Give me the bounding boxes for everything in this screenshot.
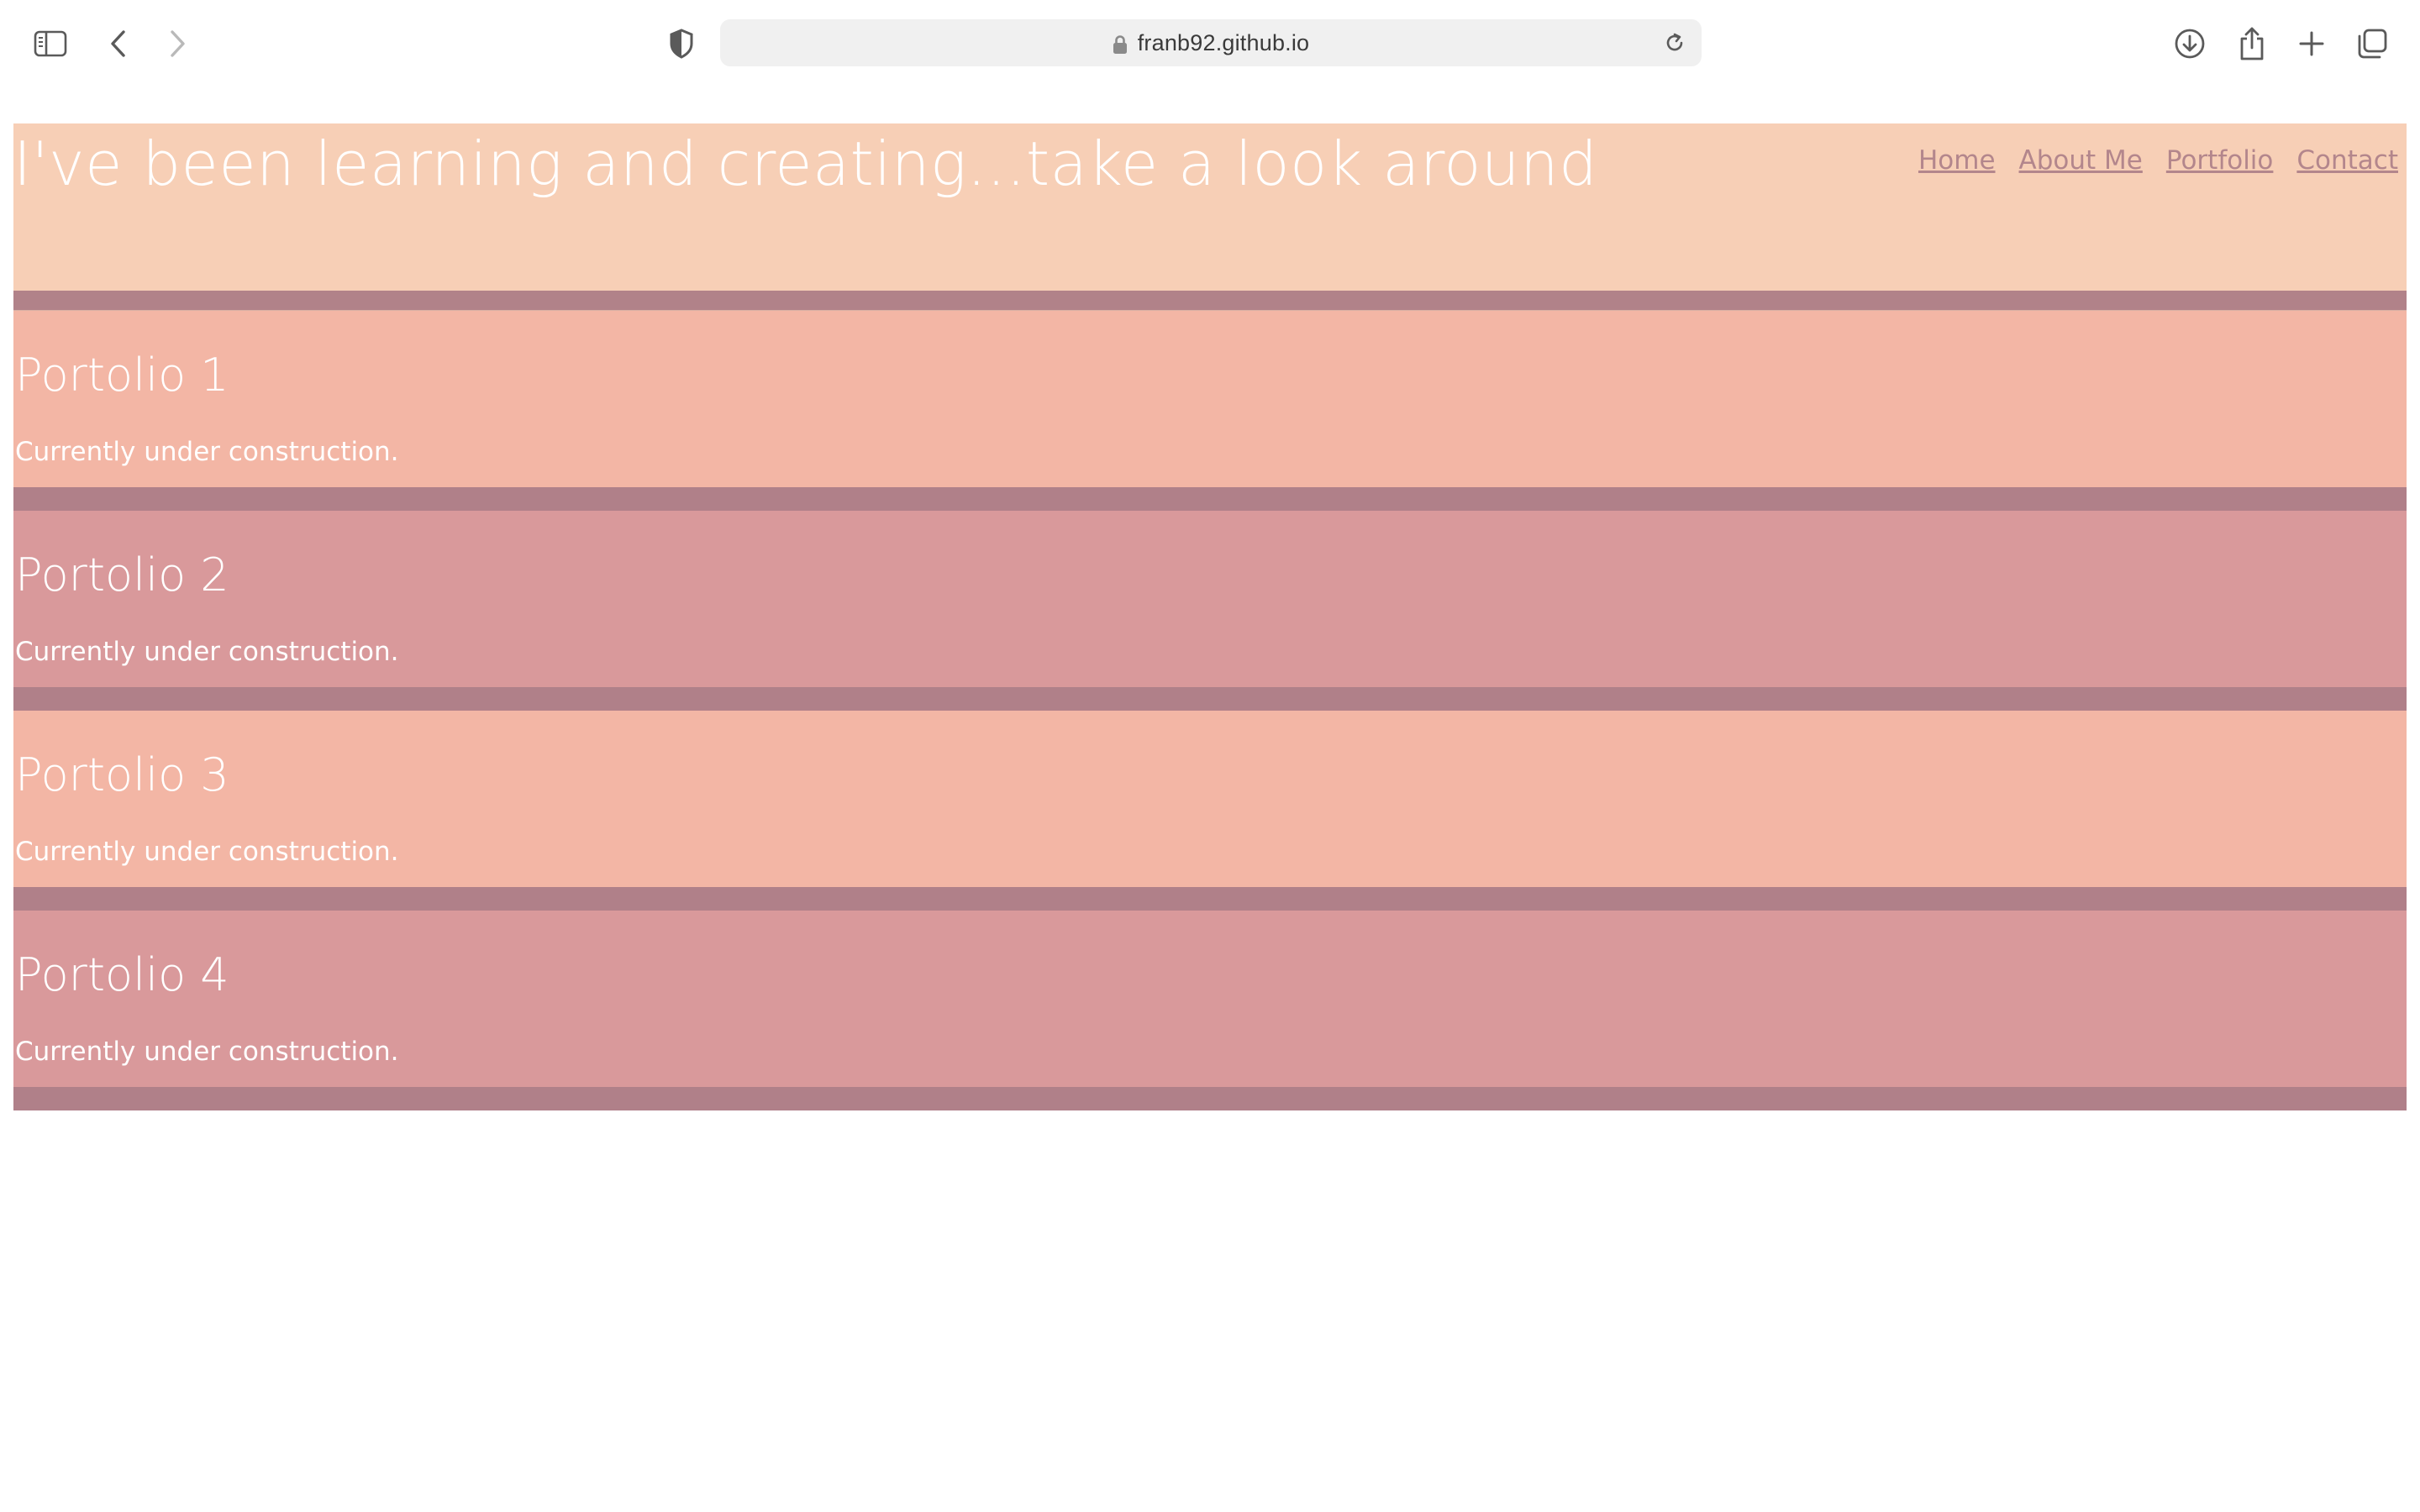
nav-link-about-me[interactable]: About Me	[2019, 145, 2143, 176]
portfolio-section-1: Portolio 1 Currently under construction.	[13, 311, 2407, 511]
portfolio-section-3: Portolio 3 Currently under construction.	[13, 711, 2407, 911]
download-icon[interactable]	[2166, 20, 2213, 67]
site-header: I've been learning and creating...take a…	[13, 123, 2407, 291]
nav-link-contact[interactable]: Contact	[2296, 145, 2398, 176]
browser-toolbar: franb92.github.io	[0, 0, 2420, 86]
portfolio-section-4: Portolio 4 Currently under construction.	[13, 911, 2407, 1110]
section-text: Currently under construction.	[15, 1037, 399, 1067]
lock-icon	[1113, 35, 1127, 54]
page-title: I've been learning and creating...take a…	[13, 129, 1598, 199]
section-text: Currently under construction.	[15, 837, 399, 867]
reload-icon[interactable]	[1663, 31, 1686, 55]
plus-icon[interactable]	[2288, 20, 2335, 67]
section-title: Portolio 1	[15, 349, 229, 402]
chevron-right-icon[interactable]	[154, 20, 201, 67]
section-title: Portolio 4	[15, 948, 229, 1001]
section-text: Currently under construction.	[15, 637, 399, 667]
main-nav: Home About Me Portfolio Contact	[1895, 145, 2398, 176]
nav-link-portfolio[interactable]: Portfolio	[2166, 145, 2274, 176]
header-divider	[13, 291, 2407, 311]
tab-overview-icon[interactable]	[2349, 20, 2396, 67]
section-title: Portolio 3	[15, 748, 229, 801]
sidebar-icon[interactable]	[27, 20, 74, 67]
page-content: I've been learning and creating...take a…	[13, 123, 2407, 1110]
shield-icon[interactable]	[658, 20, 705, 67]
nav-link-home[interactable]: Home	[1918, 145, 1996, 176]
portfolio-section-2: Portolio 2 Currently under construction.	[13, 511, 2407, 711]
section-title: Portolio 2	[15, 549, 229, 601]
share-icon[interactable]	[2228, 20, 2275, 67]
url-text: franb92.github.io	[1137, 29, 1310, 55]
section-text: Currently under construction.	[15, 437, 399, 467]
chevron-left-icon[interactable]	[95, 20, 142, 67]
address-bar[interactable]: franb92.github.io	[720, 19, 1702, 66]
